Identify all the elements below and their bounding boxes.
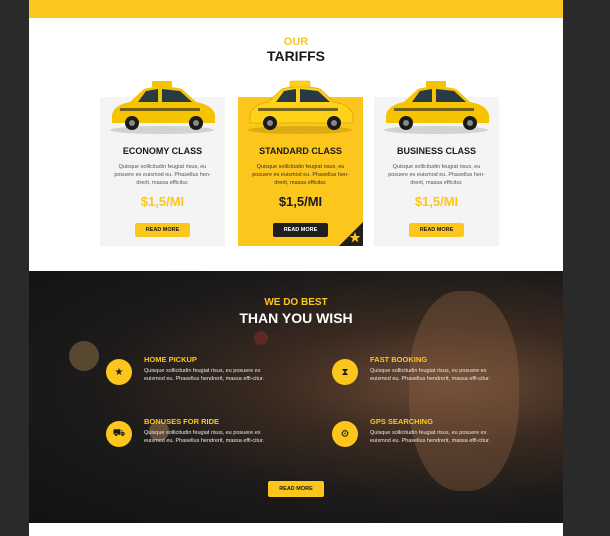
tariff-name: BUSINESS CLASS	[396, 146, 476, 156]
feature-title: HOME PICKUP	[144, 355, 197, 364]
features-heading: WE DO BEST THAN YOU WISH	[29, 297, 563, 327]
star-corner-icon	[339, 222, 363, 246]
feature-title: FAST BOOKING	[370, 355, 428, 364]
read-more-button[interactable]: READ MORE	[409, 223, 464, 237]
tariff-card-economy: ECONOMY CLASS Quisque sollicitudin feugi…	[100, 81, 225, 246]
taxi-car-image	[248, 80, 354, 134]
read-more-button[interactable]: READ MORE	[273, 223, 328, 237]
background-bokeh	[254, 331, 268, 345]
top-accent-bar	[29, 0, 563, 18]
features-title: THAN YOU WISH	[239, 310, 353, 326]
tariffs-title: TARIFFS	[266, 48, 326, 64]
features-section: WE DO BEST THAN YOU WISH ★ HOME PICKUP Q…	[29, 271, 563, 523]
tariff-description: Quisque sollicitudin feugiat risus, eu p…	[114, 164, 211, 186]
tariff-card-business: BUSINESS CLASS Quisque sollicitudin feug…	[374, 81, 499, 246]
feature-description: Quisque sollicitudin feugiat risus, eu p…	[370, 430, 491, 444]
hourglass-icon: ⧗	[332, 359, 358, 385]
feature-description: Quisque sollicitudin feugiat risus, eu p…	[144, 430, 265, 444]
page: OUR TARIFFS ECONOMY CLASS Quisque sollic…	[29, 0, 563, 536]
feature-description: Quisque sollicitudin feugiat risus, eu p…	[370, 368, 491, 382]
tariff-card-standard: STANDARD CLASS Quisque sollicitudin feug…	[238, 80, 363, 246]
taxi-car-image	[384, 81, 489, 134]
read-more-button[interactable]: READ MORE	[268, 481, 324, 497]
tariff-name: STANDARD CLASS	[259, 146, 342, 156]
car-icon: ⛟	[106, 421, 132, 447]
tariff-description: Quisque sollicitudin feugiat risus, eu p…	[252, 164, 349, 186]
feature-title: BONUSES FOR RIDE	[144, 417, 220, 426]
tariff-price: $1,5/MI	[414, 194, 459, 209]
feature-gps: ⚙ GPS SEARCHING Quisque sollicitudin feu…	[332, 417, 502, 457]
feature-description: Quisque sollicitudin feugiat risus, eu p…	[144, 368, 265, 382]
feature-bonuses: ⛟ BONUSES FOR RIDE Quisque sollicitudin …	[106, 417, 276, 457]
tariff-price: $1,5/MI	[140, 194, 185, 209]
taxi-car-image	[110, 81, 215, 134]
star-icon: ★	[106, 359, 132, 385]
gear-icon: ⚙	[332, 421, 358, 447]
background-bokeh	[69, 341, 99, 371]
tariff-price: $1,5/MI	[278, 194, 323, 209]
feature-title: GPS SEARCHING	[370, 417, 433, 426]
tariff-description: Quisque sollicitudin feugiat risus, eu p…	[388, 164, 485, 186]
features-kicker: WE DO BEST	[264, 297, 328, 308]
tariffs-heading: OUR TARIFFS	[29, 36, 563, 65]
feature-fast-booking: ⧗ FAST BOOKING Quisque sollicitudin feug…	[332, 355, 502, 395]
read-more-button[interactable]: READ MORE	[135, 223, 190, 237]
tariffs-kicker: OUR	[283, 36, 309, 48]
feature-home-pickup: ★ HOME PICKUP Quisque sollicitudin feugi…	[106, 355, 276, 395]
tariff-name: ECONOMY CLASS	[122, 146, 203, 156]
